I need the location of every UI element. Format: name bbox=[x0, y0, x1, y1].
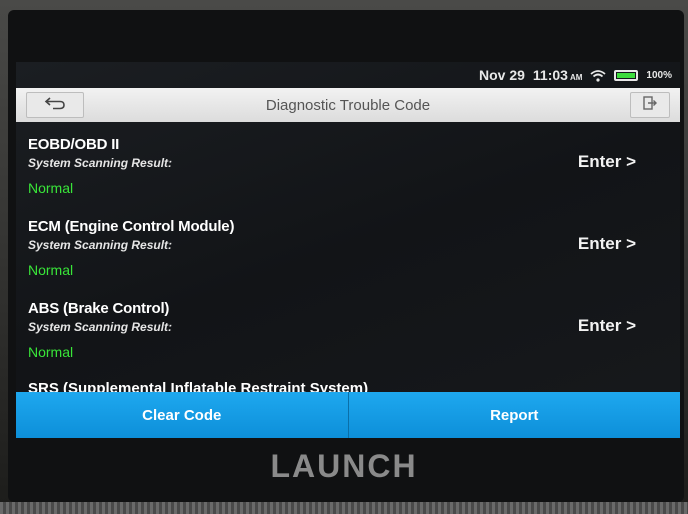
battery-icon bbox=[614, 69, 639, 81]
status-date: Nov 29 bbox=[479, 67, 525, 83]
system-subtitle: System Scanning Result: bbox=[28, 238, 173, 252]
system-name: ECM (Engine Control Module) bbox=[28, 218, 235, 235]
system-status: Normal bbox=[28, 180, 74, 196]
system-list: EOBD/OBD II System Scanning Result: Norm… bbox=[16, 122, 680, 392]
bottom-action-bar: Clear Code Report bbox=[16, 392, 680, 438]
system-status: Normal bbox=[28, 262, 74, 278]
clear-code-button[interactable]: Clear Code bbox=[16, 392, 349, 438]
back-arrow-icon bbox=[44, 96, 66, 115]
status-right: Nov 29 11:03 AM 100% bbox=[479, 67, 672, 83]
system-name: EOBD/OBD II bbox=[28, 136, 120, 153]
system-item: ABS (Brake Control) System Scanning Resu… bbox=[16, 286, 680, 368]
system-status: Normal bbox=[28, 344, 74, 360]
page-title: Diagnostic Trouble Code bbox=[265, 96, 431, 114]
device-body: Nov 29 11:03 AM 100% Diagnostic Trouble … bbox=[0, 0, 688, 514]
enter-button[interactable]: Enter > bbox=[578, 316, 636, 336]
battery-fill bbox=[617, 72, 636, 78]
status-time: 11:03 bbox=[532, 67, 568, 83]
status-ampm: AM bbox=[569, 73, 583, 82]
status-time-group: 11:03 AM bbox=[533, 67, 583, 83]
enter-button[interactable]: Enter > bbox=[578, 234, 636, 254]
status-bar: Nov 29 11:03 AM 100% bbox=[16, 62, 680, 88]
back-button[interactable] bbox=[26, 92, 84, 118]
screen: Nov 29 11:03 AM 100% Diagnostic Trouble … bbox=[16, 62, 680, 438]
title-bar: Diagnostic Trouble Code bbox=[16, 88, 680, 122]
battery-percent: 100% bbox=[646, 69, 672, 81]
exit-button[interactable] bbox=[630, 92, 670, 118]
system-subtitle: System Scanning Result: bbox=[28, 320, 173, 334]
system-name: ABS (Brake Control) bbox=[28, 300, 170, 317]
speaker-grille bbox=[0, 502, 688, 514]
system-item: EOBD/OBD II System Scanning Result: Norm… bbox=[16, 122, 680, 204]
brand-logo: LAUNCH bbox=[270, 448, 418, 484]
report-button[interactable]: Report bbox=[348, 392, 680, 438]
system-item: ECM (Engine Control Module) System Scann… bbox=[16, 204, 680, 286]
exit-icon bbox=[643, 95, 657, 115]
wifi-icon bbox=[590, 69, 607, 82]
enter-button[interactable]: Enter > bbox=[578, 152, 636, 172]
system-subtitle: System Scanning Result: bbox=[28, 156, 173, 170]
